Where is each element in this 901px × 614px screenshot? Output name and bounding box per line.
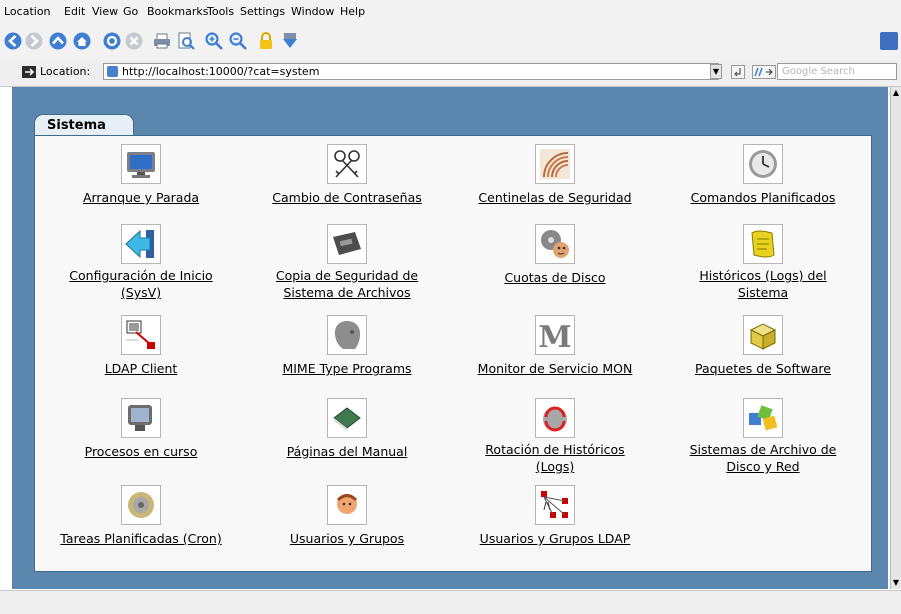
- clear-location-icon[interactable]: [22, 66, 36, 78]
- process-monitor-icon[interactable]: [121, 398, 161, 438]
- module-item-ldap-client[interactable]: LDAP Client: [35, 315, 247, 377]
- print-icon[interactable]: [152, 31, 172, 51]
- module-item-scroll-log[interactable]: Históricos (Logs) del Sistema: [657, 224, 869, 301]
- menu-window[interactable]: Window: [291, 0, 334, 24]
- scroll-down-icon[interactable]: ▼: [891, 577, 901, 589]
- print-preview-icon[interactable]: [176, 31, 196, 51]
- url-history-dropdown[interactable]: ▼: [710, 64, 722, 79]
- module-link[interactable]: Históricos (Logs) del Sistema: [678, 267, 848, 301]
- module-item-mime-head[interactable]: MIME Type Programs: [241, 315, 453, 377]
- log-rotation-icon[interactable]: [535, 398, 575, 438]
- module-item-disk-quota[interactable]: Cuotas de Disco: [449, 224, 661, 286]
- throbber-icon: [880, 32, 898, 50]
- url-input[interactable]: [103, 63, 719, 80]
- module-link[interactable]: Procesos en curso: [85, 443, 198, 460]
- page-favicon-icon: [107, 66, 118, 77]
- menu-location[interactable]: Location: [4, 0, 51, 24]
- search-input[interactable]: [777, 63, 897, 80]
- module-link[interactable]: Sistemas de Archivo de Disco y Red: [678, 441, 848, 475]
- module-item-log-rotation[interactable]: Rotación de Históricos (Logs): [449, 398, 661, 475]
- module-item-filesystem-shapes[interactable]: Sistemas de Archivo de Disco y Red: [657, 398, 869, 475]
- module-link[interactable]: LDAP Client: [105, 360, 178, 377]
- module-link[interactable]: Arranque y Parada: [83, 189, 199, 206]
- forward-icon[interactable]: [24, 31, 44, 51]
- module-link[interactable]: Cuotas de Disco: [504, 269, 605, 286]
- module-link[interactable]: Páginas del Manual: [287, 443, 408, 460]
- menu-view[interactable]: View: [92, 0, 118, 24]
- menu-bar: Location Edit View Go Bookmarks Tools Se…: [0, 0, 901, 24]
- package-box-icon[interactable]: [743, 315, 783, 355]
- ldap-users-icon[interactable]: [535, 485, 575, 525]
- location-label: Location:: [40, 65, 91, 78]
- page-viewport: Sistema Arranque y Parada Cambio de Contr…: [12, 87, 888, 589]
- module-link[interactable]: Tareas Planificadas (Cron): [60, 530, 221, 547]
- module-link[interactable]: Paquetes de Software: [695, 360, 831, 377]
- module-link[interactable]: MIME Type Programs: [282, 360, 411, 377]
- menu-help[interactable]: Help: [340, 0, 365, 24]
- users-groups-icon[interactable]: [327, 485, 367, 525]
- module-item-package-box[interactable]: Paquetes de Software: [657, 315, 869, 377]
- menu-go[interactable]: Go: [123, 0, 138, 24]
- monitor-icon[interactable]: [121, 144, 161, 184]
- module-link[interactable]: Copia de Seguridad de Sistema de Archivo…: [262, 267, 432, 301]
- location-bar: Location: ▼: [0, 60, 901, 87]
- status-bar: [0, 590, 901, 614]
- module-item-keys[interactable]: Cambio de Contraseñas: [241, 144, 453, 206]
- clock-icon[interactable]: [743, 144, 783, 184]
- module-item-cron-coins[interactable]: Tareas Planificadas (Cron): [35, 485, 247, 547]
- module-link[interactable]: Monitor de Servicio MON: [478, 360, 633, 377]
- module-item-security-sentinel[interactable]: Centinelas de Seguridad: [449, 144, 661, 206]
- scroll-log-icon[interactable]: [743, 224, 783, 264]
- module-link[interactable]: Cambio de Contraseñas: [272, 189, 422, 206]
- ldap-client-icon[interactable]: [121, 315, 161, 355]
- bookmark-icon[interactable]: [280, 31, 300, 51]
- search-engine-icon[interactable]: [752, 65, 776, 79]
- mon-letter-icon[interactable]: M: [535, 315, 575, 355]
- go-button-icon[interactable]: [731, 65, 745, 79]
- module-item-mon-letter[interactable]: M Monitor de Servicio MON: [449, 315, 661, 377]
- stop-icon[interactable]: [124, 31, 144, 51]
- tape-backup-icon[interactable]: [327, 224, 367, 264]
- vertical-scrollbar[interactable]: ▲ ▼: [890, 87, 901, 589]
- module-item-tape-backup[interactable]: Copia de Seguridad de Sistema de Archivo…: [241, 224, 453, 301]
- home-icon[interactable]: [72, 31, 92, 51]
- module-item-monitor[interactable]: Arranque y Parada: [35, 144, 247, 206]
- module-item-clock[interactable]: Comandos Planificados: [657, 144, 869, 206]
- module-item-users-groups[interactable]: Usuarios y Grupos: [241, 485, 453, 547]
- svg-text:M: M: [538, 320, 571, 352]
- back-icon[interactable]: [3, 31, 23, 51]
- scroll-up-icon[interactable]: ▲: [891, 87, 901, 99]
- module-link[interactable]: Comandos Planificados: [691, 189, 836, 206]
- module-item-manual-book[interactable]: Páginas del Manual: [241, 398, 453, 460]
- mime-head-icon[interactable]: [327, 315, 367, 355]
- disk-quota-icon[interactable]: [535, 224, 575, 264]
- category-tab[interactable]: Sistema: [34, 114, 134, 136]
- menu-bookmarks[interactable]: Bookmarks: [147, 0, 208, 24]
- manual-book-icon[interactable]: [327, 398, 367, 438]
- arrow-left-icon[interactable]: [121, 224, 161, 264]
- module-link[interactable]: Configuración de Inicio (SysV): [56, 267, 226, 301]
- reload-icon[interactable]: [102, 31, 122, 51]
- menu-tools[interactable]: Tools: [207, 0, 234, 24]
- keys-icon[interactable]: [327, 144, 367, 184]
- up-icon[interactable]: [48, 31, 68, 51]
- module-item-arrow-left[interactable]: Configuración de Inicio (SysV): [35, 224, 247, 301]
- module-item-ldap-users[interactable]: Usuarios y Grupos LDAP: [449, 485, 661, 547]
- zoom-out-icon[interactable]: [228, 31, 248, 51]
- toolbar: [0, 24, 901, 60]
- module-link[interactable]: Rotación de Históricos (Logs): [470, 441, 640, 475]
- module-panel: Arranque y Parada Cambio de Contraseñas Ce…: [34, 135, 872, 572]
- module-item-process-monitor[interactable]: Procesos en curso: [35, 398, 247, 460]
- module-link[interactable]: Usuarios y Grupos: [290, 530, 404, 547]
- zoom-in-icon[interactable]: [204, 31, 224, 51]
- menu-settings[interactable]: Settings: [240, 0, 285, 24]
- module-link[interactable]: Usuarios y Grupos LDAP: [480, 530, 631, 547]
- security-lock-icon[interactable]: [256, 31, 276, 51]
- filesystem-shapes-icon[interactable]: [743, 398, 783, 438]
- menu-edit[interactable]: Edit: [64, 0, 85, 24]
- module-link[interactable]: Centinelas de Seguridad: [478, 189, 631, 206]
- cron-coins-icon[interactable]: [121, 485, 161, 525]
- security-sentinel-icon[interactable]: [535, 144, 575, 184]
